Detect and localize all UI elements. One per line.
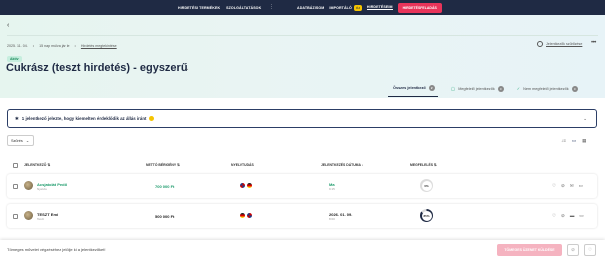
published-date: 2025. 11. 04. [7,43,28,48]
sparkle-icon: ✱ [15,115,19,121]
row-checkbox[interactable] [13,214,18,219]
match-percent: 85% [421,210,432,221]
thumbs-down-icon[interactable]: ⊘ [567,244,579,256]
kebab-menu-icon[interactable]: ⋮ [269,5,274,10]
tab-unsuitable-applicants[interactable]: ✓ Nem megfelelő jelentkezők 0 [517,83,578,97]
column-label: JELENTKEZÉS DÁTUMA [321,163,361,167]
bulk-hint-text: Tömeges művelet végzéséhez jelölje ki a … [7,247,106,252]
heart-icon[interactable]: ♡ [552,183,556,189]
separator-dot: • [74,43,76,48]
view-ad-link[interactable]: Hirdetés megtekintése [81,44,117,48]
avatar [24,211,33,220]
bulk-action-bar: Tömeges művelet végzéséhez jelölje ki a … [0,240,605,259]
sort-icon[interactable]: ↓≡ [561,138,566,144]
salary-value: 500 000 Ft [155,214,175,219]
salary-value: 700 000 Ft [155,184,175,189]
table-header: JELENTKEZŐ ⇅ NETTÓ BÉRIGÉNY ⇅ NYELVTUDÁS… [7,162,597,170]
bulk-message-button[interactable]: TÖMEGES ÜZENET KÜLDÉSE [497,244,562,256]
divider [7,35,598,36]
column-applied-date[interactable]: JELENTKEZÉS DÁTUMA ↓ [321,163,363,167]
user-icon [537,41,543,47]
tab-label: Megfelelő jelentkezők [458,86,495,91]
applicant-filter-label: Jelentkezők szűrőzése [546,42,583,46]
nav-right-group: ADATBÁZISOM IMPORTÁLÓ ÚJ HIRDETÉSEIM HIRD… [297,0,442,15]
applicant-filter-link[interactable]: Jelentkezők szűrőzése [537,41,582,47]
flag-icon [240,183,245,188]
tab-label: Összes jelentkező [393,86,426,90]
nav-szolgaltatasok[interactable]: SZOLGÁLTATÁSOK [226,6,261,10]
info-icon [149,116,155,121]
chevron-down-icon[interactable]: ⌄ [185,66,189,72]
column-label: NETTÓ BÉRIGÉNY [146,163,177,167]
top-navigation: HIRDETÉSI TERMÉKEK SZOLGÁLTATÁSOK ⋮ ADAT… [0,0,605,15]
table-row[interactable]: TESZT Emi Teszt 500 000 Ft 2026. 01. 09.… [7,204,597,228]
check-icon: ✓ [516,86,521,91]
column-applicant[interactable]: JELENTKEZŐ ⇅ [24,163,50,167]
flag-icon [247,183,252,188]
filter-select[interactable]: Szűrés ⌄ [7,135,34,146]
language-flags [240,213,252,218]
post-job-button[interactable]: HIRDETÉSFELADÁS [397,2,442,13]
new-badge: ÚJ [353,4,362,11]
column-match[interactable]: MEGFELELÉS ⇅ [410,163,437,167]
applicant-subtitle: Nyelvtu [37,187,48,191]
job-header: ‹ 2025. 11. 04. • 15 nap múlva jár le • … [0,15,605,98]
back-arrow-icon[interactable]: ‹ [7,22,9,29]
row-actions: ♡ ⊘ ✉ ▭ [552,183,583,189]
more-options-icon[interactable]: ••• [591,40,596,46]
separator-dot: • [32,43,35,48]
heart-icon[interactable]: ♡ [584,244,596,256]
grid-view-icon[interactable]: ▦ [582,138,586,144]
list-view-icon[interactable]: ▭ [572,138,576,144]
nav-hirdeteseim[interactable]: HIRDETÉSEIM [366,5,393,10]
expiry-info: 15 nap múlva jár le [39,43,70,48]
chevron-down-icon: ⌄ [25,139,30,143]
view-toggle-group: ↓≡ ▭ ▦ [561,138,586,144]
column-languages: NYELVTUDÁS [231,163,254,167]
language-flags [240,183,252,188]
avatar [24,181,33,190]
message-icon[interactable]: ▭ [579,213,583,219]
match-gauge: 85% [420,209,433,222]
page-title: Cukrász (teszt hirdetés) - egyszerű [6,62,188,74]
filter-select-label: Szűrés [11,138,23,143]
row-actions: ♡ ⊘ ▬ ▭ [552,213,584,219]
nav-importalo-label: IMPORTÁLÓ [329,5,352,10]
thumbs-down-icon[interactable]: ⊘ [561,213,565,219]
tab-count: 2 [428,85,435,91]
row-checkbox[interactable] [13,184,18,189]
applicant-subtitle: Teszt [37,217,45,221]
flag-icon [247,213,252,218]
job-meta: 2025. 11. 04. • 15 nap múlva jár le • Hi… [7,43,117,48]
column-label: MEGFELELÉS [410,163,433,167]
tab-suitable-applicants[interactable]: ◯ Megfelelő jelentkezők 0 [451,83,504,97]
column-label: JELENTKEZŐ [24,163,47,167]
applied-time: 8:00 [329,217,335,221]
nav-left-group: HIRDETÉSI TERMÉKEK SZOLGÁLTATÁSOK ⋮ [178,0,274,15]
nav-adatbazisom[interactable]: ADATBÁZISOM [297,6,324,10]
flag-icon [240,213,245,218]
nav-hirdetesi-termekek[interactable]: HIRDETÉSI TERMÉKEK [178,6,220,10]
column-salary[interactable]: NETTÓ BÉRIGÉNY ⇅ [146,163,180,167]
heart-icon[interactable]: ♡ [552,213,556,219]
match-gauge: 0% [420,179,433,192]
applied-time: 9:15 [329,187,335,191]
chat-icon[interactable]: ▬ [570,213,575,219]
select-all-checkbox[interactable] [13,163,18,168]
check-circle-icon: ◯ [450,86,456,91]
interest-banner[interactable]: ✱ 1 jelentkező jelezte, hogy kiemelten é… [7,109,597,128]
chevron-down-icon: ⌄ [583,115,587,121]
table-row[interactable]: Acsjatolát Pedő Nyelvtu 700 000 Ft Ma 9:… [7,174,597,198]
mail-icon[interactable]: ✉ [570,183,574,189]
tab-count: 0 [497,85,504,92]
tab-label: Nem megfelelő jelentkezők [523,86,569,91]
banner-text: 1 jelentkező jelezte, hogy kiemelten érd… [21,116,147,121]
tab-all-applicants[interactable]: Összes jelentkező 2 [388,83,438,97]
applicant-tabs: Összes jelentkező 2 ◯ Megfelelő jelentke… [388,83,591,97]
nav-importalo[interactable]: IMPORTÁLÓ ÚJ [329,4,362,11]
match-percent: 0% [421,180,432,191]
tab-count: 0 [571,85,578,92]
thumbs-down-icon[interactable]: ⊘ [561,183,565,189]
chat-icon[interactable]: ▭ [579,183,583,189]
